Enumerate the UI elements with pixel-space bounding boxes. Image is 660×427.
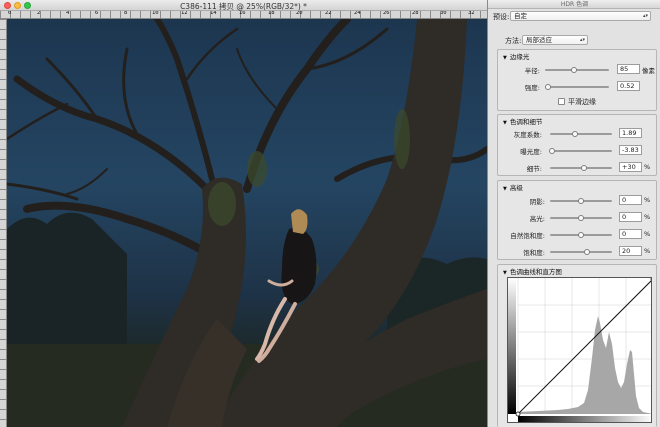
exposure-slider[interactable] [550, 150, 612, 152]
ruler-mark: 12 [181, 11, 188, 16]
tone-detail-title: 色调和细节 [509, 118, 543, 126]
preset-value: 自定 [514, 12, 527, 20]
saturation-input[interactable]: 20 [619, 246, 642, 256]
triangle-down-icon: ▼ [503, 186, 507, 192]
gamma-slider[interactable] [550, 133, 612, 135]
vibrance-unit: % [644, 230, 651, 238]
tone-detail-header[interactable]: ▼ 色调和细节 [503, 116, 542, 126]
curve-point-black[interactable] [515, 411, 521, 417]
vibrance-input[interactable]: 0 [619, 229, 642, 239]
highlight-unit: % [644, 213, 651, 221]
histogram-graph [508, 278, 652, 422]
smooth-edges-checkbox[interactable] [558, 98, 565, 105]
ruler-mark: 0 [8, 11, 12, 16]
input-gradient-bar [518, 416, 651, 422]
ruler-mark: 28 [412, 11, 419, 16]
background-trees [7, 212, 127, 349]
ruler-mark: 14 [210, 11, 217, 16]
radius-slider-thumb[interactable] [570, 67, 577, 73]
ruler-mark: 22 [325, 11, 332, 16]
ruler-mark: 32 [468, 11, 475, 16]
shadow-unit: % [644, 196, 651, 204]
advanced-header[interactable]: ▼ 高级 [503, 182, 523, 192]
saturation-label: 饱和度: [523, 249, 545, 257]
ruler-mark: 6 [95, 11, 99, 16]
shadow-slider-thumb[interactable] [578, 198, 584, 204]
radius-slider[interactable] [545, 69, 609, 71]
method-select[interactable]: 局部适应 ▴▾ [522, 35, 588, 45]
advanced-title: 高级 [509, 184, 523, 192]
curve-title: 色调曲线和直方图 [509, 268, 562, 276]
gamma-slider-thumb[interactable] [571, 131, 578, 137]
photo-tree-scene [7, 19, 487, 427]
highlight-input[interactable]: 0 [619, 212, 642, 222]
detail-input[interactable]: +30 [619, 162, 642, 172]
vertical-ruler[interactable] [0, 19, 7, 427]
output-gradient-bar [508, 278, 516, 414]
method-value: 局部适应 [526, 36, 552, 44]
edge-glow-header[interactable]: ▼ 边缘光 [503, 51, 529, 61]
shadow-label: 阴影: [529, 198, 545, 206]
ruler-mark: 30 [440, 11, 447, 16]
triangle-down-icon: ▼ [503, 270, 507, 276]
saturation-slider[interactable] [550, 251, 612, 253]
preset-select[interactable]: 自定 ▴▾ [510, 11, 651, 21]
gamma-label: 灰度系数: [513, 131, 542, 139]
strength-label: 强度: [524, 84, 540, 92]
document-titlebar: C386-111 拷贝 @ 25%(RGB/32*) * [0, 0, 487, 11]
histogram [518, 316, 651, 414]
vibrance-label: 自然饱和度: [510, 232, 545, 240]
exposure-input[interactable]: -3.83 [619, 145, 642, 155]
method-label: 方法: [505, 37, 522, 45]
edge-glow-title: 边缘光 [509, 53, 530, 61]
saturation-unit: % [644, 247, 651, 255]
detail-unit: % [644, 163, 651, 171]
panel-title: HDR 色调 [488, 0, 660, 9]
ruler-mark: 20 [296, 11, 303, 16]
ruler-mark: 10 [152, 11, 159, 16]
vibrance-slider-thumb[interactable] [578, 232, 584, 238]
ruler-mark: 24 [354, 11, 361, 16]
ruler-mark: 16 [239, 11, 246, 16]
detail-label: 细节: [526, 165, 542, 173]
smooth-edges-label: 平滑边缘 [568, 98, 596, 106]
strength-input[interactable]: 0.52 [617, 81, 640, 91]
shadow-input[interactable]: 0 [619, 195, 642, 205]
updown-arrows-icon: ▴▾ [642, 13, 648, 19]
curve-point-white[interactable] [650, 278, 652, 281]
gamma-input[interactable]: 1.89 [619, 128, 642, 138]
highlight-slider-thumb[interactable] [578, 215, 584, 221]
horizontal-ruler[interactable]: 0 2 4 6 8 10 12 14 16 18 20 22 24 26 28 … [0, 11, 487, 19]
strength-slider[interactable] [545, 86, 609, 88]
highlight-label: 高光: [529, 215, 545, 223]
radius-label: 半径: [524, 67, 540, 75]
exposure-slider-thumb[interactable] [548, 148, 555, 154]
radius-unit: 像素 [642, 67, 655, 75]
ruler-mark: 8 [124, 11, 128, 16]
triangle-down-icon: ▼ [503, 120, 507, 126]
exposure-label: 曝光度: [520, 148, 542, 156]
tone-curve-histogram[interactable] [507, 277, 652, 423]
curve-header[interactable]: ▼ 色调曲线和直方图 [503, 266, 562, 276]
ruler-mark: 26 [383, 11, 390, 16]
ruler-mark: 2 [37, 11, 41, 16]
preset-label: 预设: [493, 13, 510, 21]
radius-input[interactable]: 85 [617, 64, 640, 74]
ruler-mark: 4 [66, 11, 70, 16]
ruler-mark: 18 [268, 11, 275, 16]
triangle-down-icon: ▼ [503, 55, 507, 61]
image-canvas[interactable] [7, 19, 487, 427]
updown-arrows-icon: ▴▾ [579, 37, 585, 43]
